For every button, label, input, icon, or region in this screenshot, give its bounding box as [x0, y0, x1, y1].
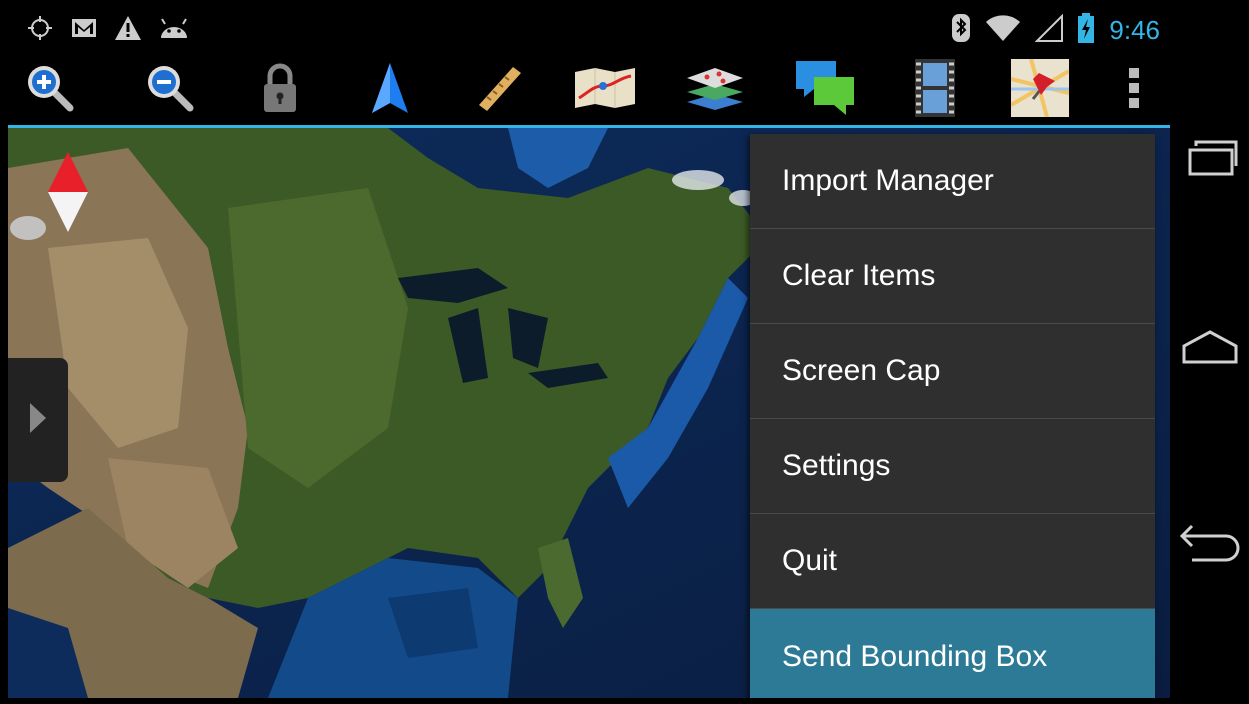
- overflow-menu: Import Manager Clear Items Screen Cap Se…: [750, 134, 1155, 698]
- layers-icon: [685, 64, 745, 116]
- navigation-button[interactable]: [358, 60, 422, 120]
- route-map-icon: [573, 66, 637, 114]
- gps-icon: [26, 14, 54, 46]
- zoom-out-icon: [144, 62, 196, 118]
- compass-north-icon: [46, 152, 90, 238]
- back-button[interactable]: [1178, 516, 1242, 576]
- chat-button[interactable]: [793, 60, 857, 120]
- back-icon: [1178, 522, 1242, 570]
- battery-charging-icon: [1077, 13, 1095, 47]
- menu-item-settings[interactable]: Settings: [750, 419, 1155, 514]
- home-button[interactable]: [1180, 320, 1240, 380]
- menu-item-quit[interactable]: Quit: [750, 514, 1155, 609]
- side-drawer-handle[interactable]: [8, 358, 68, 482]
- chevron-right-icon: [28, 401, 48, 439]
- clock: 9:46: [1109, 14, 1160, 45]
- action-bar: [8, 54, 1170, 128]
- zoom-out-button[interactable]: [138, 60, 202, 120]
- zoom-in-icon: [24, 62, 76, 118]
- navigation-bar: [1170, 0, 1249, 704]
- navigation-arrow-icon: [370, 61, 410, 119]
- menu-item-send-bounding-box[interactable]: Send Bounding Box: [750, 609, 1155, 698]
- android-icon: [158, 16, 190, 44]
- warning-icon: [114, 15, 142, 45]
- recent-apps-button[interactable]: [1180, 130, 1240, 190]
- map-pin-icon: [1009, 58, 1071, 121]
- film-icon: [915, 59, 955, 121]
- film-button[interactable]: [903, 59, 967, 121]
- overflow-menu-icon: [1127, 66, 1141, 114]
- lock-icon: [260, 62, 300, 118]
- gmail-icon: [70, 16, 98, 44]
- recent-apps-icon: [1180, 138, 1240, 182]
- map-pin-button[interactable]: [1008, 58, 1072, 121]
- menu-item-screen-cap[interactable]: Screen Cap: [750, 324, 1155, 419]
- home-icon: [1180, 328, 1240, 372]
- ruler-icon: [475, 63, 525, 117]
- signal-icon: [1034, 13, 1064, 46]
- layers-button[interactable]: [683, 60, 747, 120]
- ruler-button[interactable]: [468, 60, 532, 120]
- lock-button[interactable]: [248, 60, 312, 120]
- wifi-icon: [985, 14, 1021, 46]
- compass[interactable]: [46, 150, 90, 238]
- bluetooth-icon: [951, 13, 971, 47]
- route-map-button[interactable]: [573, 60, 637, 120]
- status-bar: 9:46: [8, 6, 1170, 54]
- overflow-menu-button[interactable]: [1102, 60, 1166, 120]
- menu-item-clear-items[interactable]: Clear Items: [750, 229, 1155, 324]
- device-screen: 9:46 Import Manager Clear Items Screen C…: [8, 6, 1170, 698]
- chat-icon: [794, 59, 856, 121]
- zoom-in-button[interactable]: [18, 60, 82, 120]
- menu-item-import-manager[interactable]: Import Manager: [750, 134, 1155, 229]
